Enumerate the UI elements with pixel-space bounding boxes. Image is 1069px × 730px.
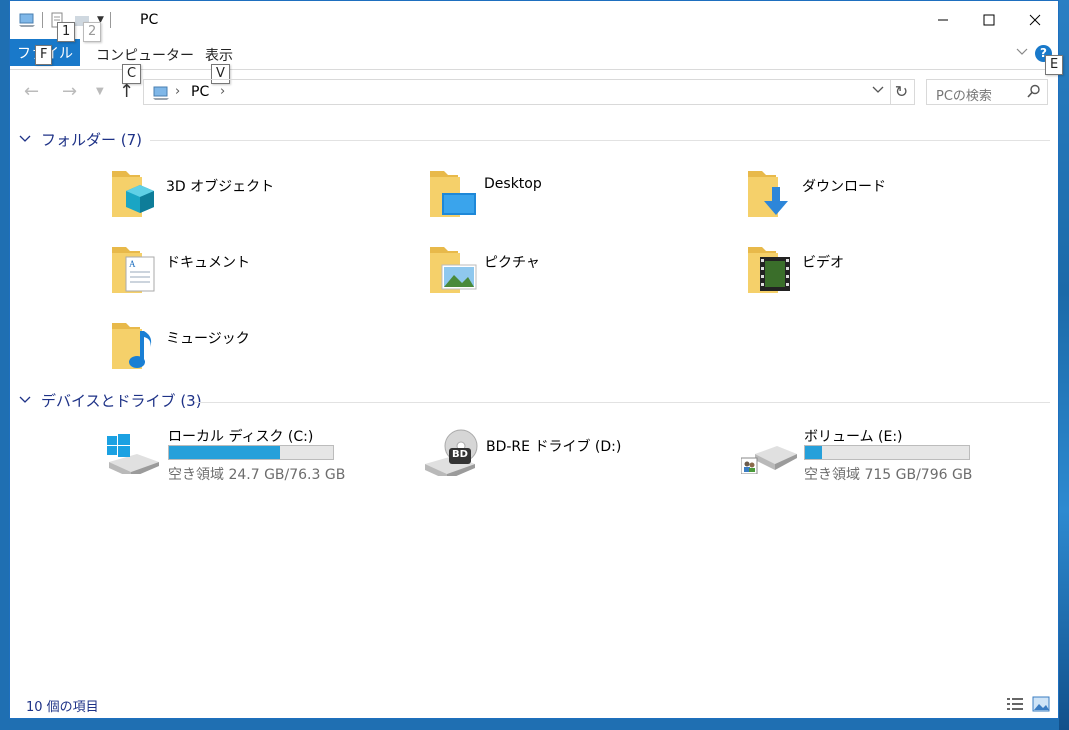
close-button[interactable]	[1012, 1, 1058, 39]
bd-drive-icon: BD	[423, 428, 479, 480]
folder-label: ダウンロード	[802, 179, 886, 195]
search-placeholder: PCの検索	[936, 89, 992, 104]
desktop-background	[1059, 0, 1069, 730]
status-bar: 10 個の項目	[10, 690, 1058, 718]
desktop-folder-icon	[428, 163, 480, 219]
close-icon	[1029, 14, 1041, 26]
downloads-folder-icon	[746, 163, 798, 219]
drive-label: ローカル ディスク (C:)	[168, 429, 314, 445]
videos-folder-icon	[746, 239, 798, 295]
details-view-icon[interactable]	[1006, 696, 1024, 716]
pictures-folder-icon	[428, 239, 480, 295]
drive-label: ボリューム (E:)	[804, 429, 903, 445]
keytip-file: F	[35, 45, 53, 65]
drive-usage-bar	[804, 445, 970, 460]
group-header-drives[interactable]: デバイスとドライブ (3)	[19, 390, 202, 411]
group-divider	[150, 140, 1050, 141]
folder-item[interactable]: A ドキュメント	[110, 239, 250, 295]
folder-item[interactable]: ダウンロード	[746, 163, 886, 219]
folder-item[interactable]: ピクチャ	[428, 239, 540, 295]
folder-item[interactable]: ミュージック	[110, 315, 250, 371]
folder-label: ミュージック	[166, 331, 250, 347]
address-dropdown-icon[interactable]	[872, 83, 884, 98]
refresh-button[interactable]: ↻	[889, 79, 915, 105]
computer-icon[interactable]	[18, 12, 36, 28]
drive-usage-fill	[805, 446, 822, 459]
window-title: PC	[140, 12, 159, 28]
collapse-chevron-icon[interactable]	[19, 133, 33, 146]
item-count: 10 個の項目	[26, 700, 99, 715]
group-title: デバイスとドライブ (3)	[41, 392, 202, 410]
refresh-icon: ↻	[894, 82, 909, 101]
search-input[interactable]: PCの検索	[926, 79, 1048, 105]
breadcrumb-separator-icon[interactable]: ›	[175, 84, 180, 99]
breadcrumb-pc[interactable]: PC	[191, 84, 209, 100]
folder-item[interactable]: Desktop	[428, 163, 542, 219]
music-folder-icon	[110, 315, 162, 371]
back-arrow-icon[interactable]: ←	[24, 81, 39, 102]
network-volume-icon	[740, 426, 797, 475]
bd-badge: BD	[452, 449, 468, 460]
drive-label: BD-RE ドライブ (D:)	[486, 439, 622, 455]
drive-free-space: 空き領域 24.7 GB/76.3 GB	[168, 467, 346, 483]
title-bar: ▼ PC	[10, 1, 1058, 39]
drive-item-e[interactable]: ボリューム (E:) 空き領域 715 GB/796 GB	[740, 426, 981, 486]
explorer-window: ▼ PC ファイル コンピューター 表示 ? 1 2 F C V E ← → ▼…	[9, 0, 1064, 719]
svg-text:A: A	[129, 259, 136, 269]
qat-separator	[109, 12, 111, 28]
content-pane: フォルダー (7) 3D オブジェクト Desktop ダウンロード A ドキュ…	[10, 119, 1058, 689]
group-divider	[195, 402, 1050, 403]
address-bar[interactable]: › PC ›	[143, 79, 891, 105]
tab-computer[interactable]: コンピューター	[96, 45, 194, 65]
up-arrow-icon[interactable]: ↑	[119, 81, 134, 102]
documents-folder-icon: A	[110, 239, 162, 295]
large-icons-view-icon[interactable]	[1032, 696, 1050, 716]
drive-usage-bar	[168, 445, 334, 460]
folder-label: ビデオ	[802, 255, 844, 271]
search-icon	[1027, 84, 1041, 102]
3d-objects-folder-icon	[110, 163, 162, 219]
expand-ribbon-icon[interactable]	[1016, 45, 1028, 60]
group-header-folders[interactable]: フォルダー (7)	[19, 129, 142, 150]
recent-locations-icon[interactable]: ▼	[96, 86, 104, 97]
navigation-bar: ← → ▼ ↑ › PC › ↻ PCの検索	[10, 77, 1058, 107]
windows-drive-icon	[105, 426, 161, 478]
folder-label: ピクチャ	[484, 255, 540, 271]
keytip-qat-1: 1	[57, 22, 76, 42]
ribbon-tabs: ファイル コンピューター 表示 ?	[10, 39, 1058, 70]
tab-view[interactable]: 表示	[205, 45, 233, 65]
folder-item[interactable]: ビデオ	[746, 239, 844, 295]
minimize-icon	[938, 19, 948, 21]
drive-item-d[interactable]: BD BD-RE ドライブ (D:)	[423, 428, 663, 488]
drive-item-c[interactable]: ローカル ディスク (C:) 空き領域 24.7 GB/76.3 GB	[105, 426, 345, 486]
maximize-button[interactable]	[966, 1, 1012, 39]
qat-separator	[42, 12, 43, 28]
keytip-qat-2: 2	[83, 22, 102, 42]
drive-free-space: 空き領域 715 GB/796 GB	[804, 467, 973, 483]
folder-label: ドキュメント	[166, 255, 250, 271]
breadcrumb-separator-icon[interactable]: ›	[220, 84, 225, 99]
folder-label: Desktop	[484, 176, 542, 192]
folder-label: 3D オブジェクト	[166, 179, 275, 195]
collapse-chevron-icon[interactable]	[19, 394, 33, 407]
folder-item[interactable]: 3D オブジェクト	[110, 163, 274, 219]
computer-icon	[152, 85, 170, 105]
view-toggle	[1006, 696, 1050, 716]
drive-usage-fill	[169, 446, 280, 459]
minimize-button[interactable]	[920, 1, 966, 39]
forward-arrow-icon[interactable]: →	[62, 81, 77, 102]
maximize-icon	[983, 14, 995, 26]
group-title: フォルダー (7)	[41, 131, 143, 149]
keytip-help: E	[1045, 55, 1064, 75]
